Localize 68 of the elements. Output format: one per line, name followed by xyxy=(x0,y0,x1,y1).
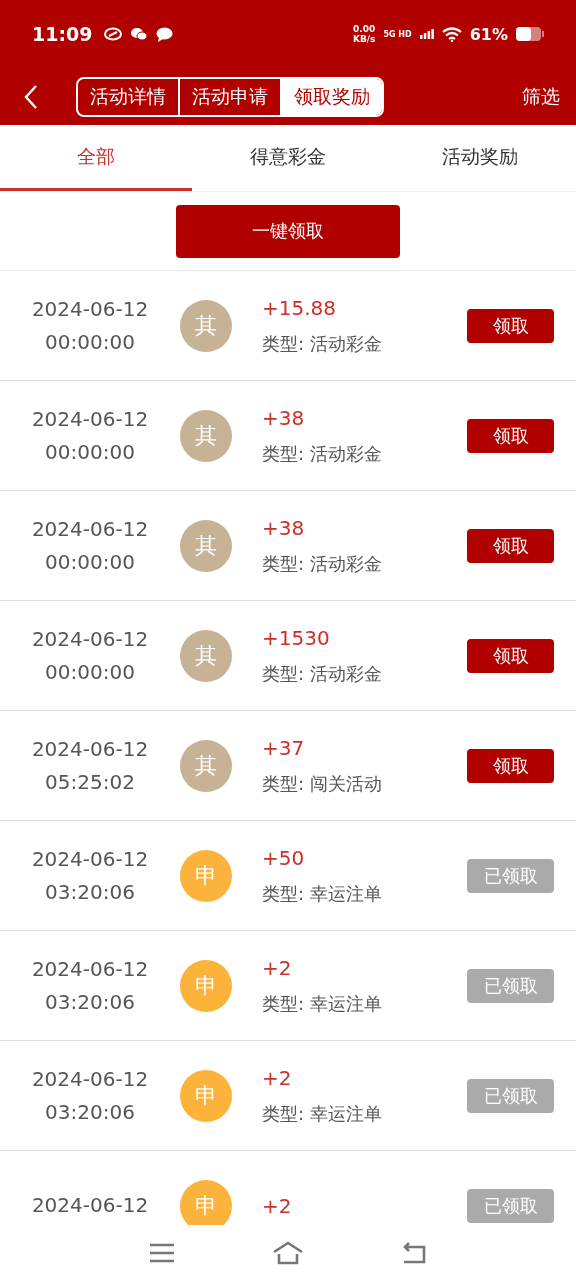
category-avatar: 其 xyxy=(180,739,232,792)
time-text: 03:20:06 xyxy=(45,988,135,1016)
date-text: 2024-06-12 xyxy=(31,735,149,763)
amount-text: +2 xyxy=(262,955,293,980)
message-icon xyxy=(156,26,174,42)
amount-text: +50 xyxy=(262,845,306,870)
time-text: 00:00:00 xyxy=(45,548,135,576)
type-text: 类型: 活动彩金 xyxy=(262,551,383,576)
time-text: 00:00:00 xyxy=(45,658,135,686)
date-text: 2024-06-12 xyxy=(31,1192,149,1219)
date-text: 2024-06-12 xyxy=(31,955,149,983)
type-text: 类型: 闯关活动 xyxy=(262,771,383,796)
status-time: 11:09 xyxy=(32,23,93,45)
claim-button[interactable]: 领取 xyxy=(467,638,554,673)
filter-button[interactable]: 筛选 xyxy=(522,83,560,110)
claim-button[interactable]: 领取 xyxy=(467,418,554,453)
wifi-icon xyxy=(441,26,462,42)
segment-tab[interactable]: 领取奖励 xyxy=(282,78,382,115)
claim-all-button[interactable]: 一键领取 xyxy=(176,204,400,258)
category-tab[interactable]: 得意彩金 xyxy=(192,125,384,191)
battery-icon xyxy=(516,27,544,41)
category-avatar: 其 xyxy=(180,299,232,352)
category-avatar: 申 xyxy=(180,1069,232,1122)
network-speed: 0.00 KB/s xyxy=(352,24,376,44)
network-type: 5G HD xyxy=(383,29,412,39)
category-tab[interactable]: 活动奖励 xyxy=(384,125,576,191)
signal-icon xyxy=(419,29,434,39)
date-text: 2024-06-12 xyxy=(31,515,149,543)
segment-tab[interactable]: 活动详情 xyxy=(78,78,180,115)
amount-text: +2 xyxy=(262,1193,293,1218)
time-text: 00:00:00 xyxy=(45,328,135,356)
claim-button[interactable]: 领取 xyxy=(467,748,554,783)
type-text: 类型: 活动彩金 xyxy=(262,661,383,686)
date-text: 2024-06-12 xyxy=(31,625,149,653)
category-tab[interactable]: 全部 xyxy=(0,125,192,191)
back-icon[interactable] xyxy=(401,1241,428,1264)
amount-text: +37 xyxy=(262,735,306,760)
amount-text: +38 xyxy=(262,405,306,430)
type-text: 类型: 活动彩金 xyxy=(262,441,383,466)
amount-text: +1530 xyxy=(262,625,331,650)
category-avatar: 其 xyxy=(180,409,232,462)
home-icon[interactable] xyxy=(272,1240,304,1265)
type-text: 类型: 幸运注单 xyxy=(262,1101,383,1126)
amount-text: +38 xyxy=(262,515,306,540)
type-text: 类型: 幸运注单 xyxy=(262,881,383,906)
category-avatar: 其 xyxy=(180,519,232,572)
app-notification-icon xyxy=(104,27,123,41)
amount-text: +2 xyxy=(262,1065,293,1090)
amount-text: +15.88 xyxy=(262,295,337,320)
category-avatar: 其 xyxy=(180,629,232,682)
chat-icon xyxy=(130,27,149,41)
category-avatar: 申 xyxy=(180,959,232,1012)
claim-button[interactable]: 领取 xyxy=(467,528,554,563)
time-text: 03:20:06 xyxy=(45,878,135,906)
time-text: 03:20:06 xyxy=(45,1098,135,1126)
date-text: 2024-06-12 xyxy=(31,295,149,323)
category-avatar: 申 xyxy=(180,849,232,902)
date-text: 2024-06-12 xyxy=(31,845,149,873)
date-text: 2024-06-12 xyxy=(31,1065,149,1093)
battery-percent: 61% xyxy=(469,24,508,44)
type-text: 类型: 活动彩金 xyxy=(262,331,383,356)
category-avatar: 申 xyxy=(180,1179,232,1225)
time-text: 05:25:02 xyxy=(45,768,135,796)
time-text: 00:00:00 xyxy=(45,438,135,466)
claim-button[interactable]: 领取 xyxy=(467,308,554,343)
menu-icon[interactable] xyxy=(148,1242,175,1263)
type-text: 类型: 幸运注单 xyxy=(262,991,383,1016)
date-text: 2024-06-12 xyxy=(31,405,149,433)
